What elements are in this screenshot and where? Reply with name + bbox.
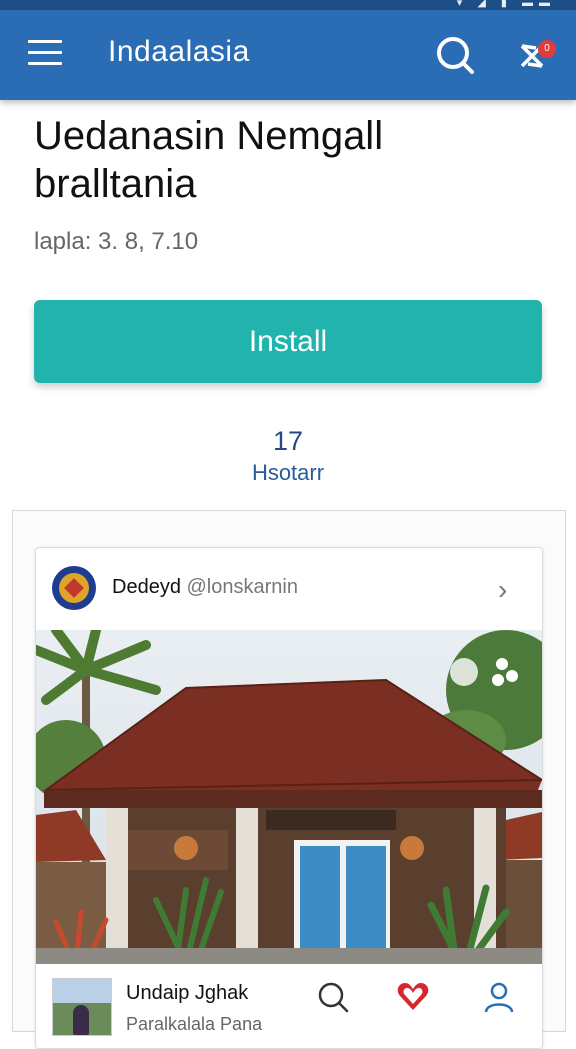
stat-label[interactable]: Hsotarr — [0, 460, 576, 486]
post-photo[interactable] — [36, 630, 542, 964]
post-footer-subtitle: Paralkalala Pana — [126, 1014, 263, 1034]
search-icon[interactable] — [316, 980, 350, 1014]
post-thumbnail[interactable] — [52, 978, 112, 1036]
avatar[interactable] — [52, 566, 96, 610]
post-author[interactable]: Dedeyd @lonskarnin — [112, 576, 298, 599]
menu-icon[interactable] — [28, 40, 62, 66]
feed-panel: Dedeyd @lonskarnin › Undaip Jghak Paralk… — [12, 510, 566, 1049]
stat-count: 17 — [272, 426, 304, 456]
user-icon[interactable] — [482, 980, 516, 1014]
heart-icon[interactable] — [396, 980, 430, 1014]
status-bar: ▾ ◢ ▮ ▬▬ — [0, 0, 576, 10]
author-handle: @lonskarnin — [186, 576, 298, 598]
app-title-line2: bralltania — [34, 162, 197, 206]
notification-badge: 0 — [538, 40, 556, 58]
post-header: Dedeyd @lonskarnin › — [36, 548, 542, 630]
app-bar: Indaalasia 0 — [0, 10, 576, 100]
chevron-right-icon[interactable]: › — [498, 574, 507, 606]
author-name: Dedeyd — [112, 576, 181, 598]
post-footer-title[interactable]: Undaip Jghak — [126, 982, 248, 1005]
post-card[interactable]: Dedeyd @lonskarnin › Undaip Jghak Paralk… — [35, 547, 543, 1049]
status-icons: ▾ ◢ ▮ ▬▬ — [456, 0, 556, 9]
post-footer: Undaip Jghak Paralkalala Pana — [36, 964, 542, 1048]
app-version: lapla: 3. 8, 7.10 — [34, 228, 199, 255]
app-title: Uedanasin Nemgall bralltania — [34, 112, 554, 208]
install-button[interactable]: Install — [34, 300, 542, 383]
app-bar-title: Indaalasia — [108, 35, 250, 68]
app-title-line1: Uedanasin Nemgall — [34, 114, 384, 158]
search-icon[interactable] — [434, 34, 476, 76]
